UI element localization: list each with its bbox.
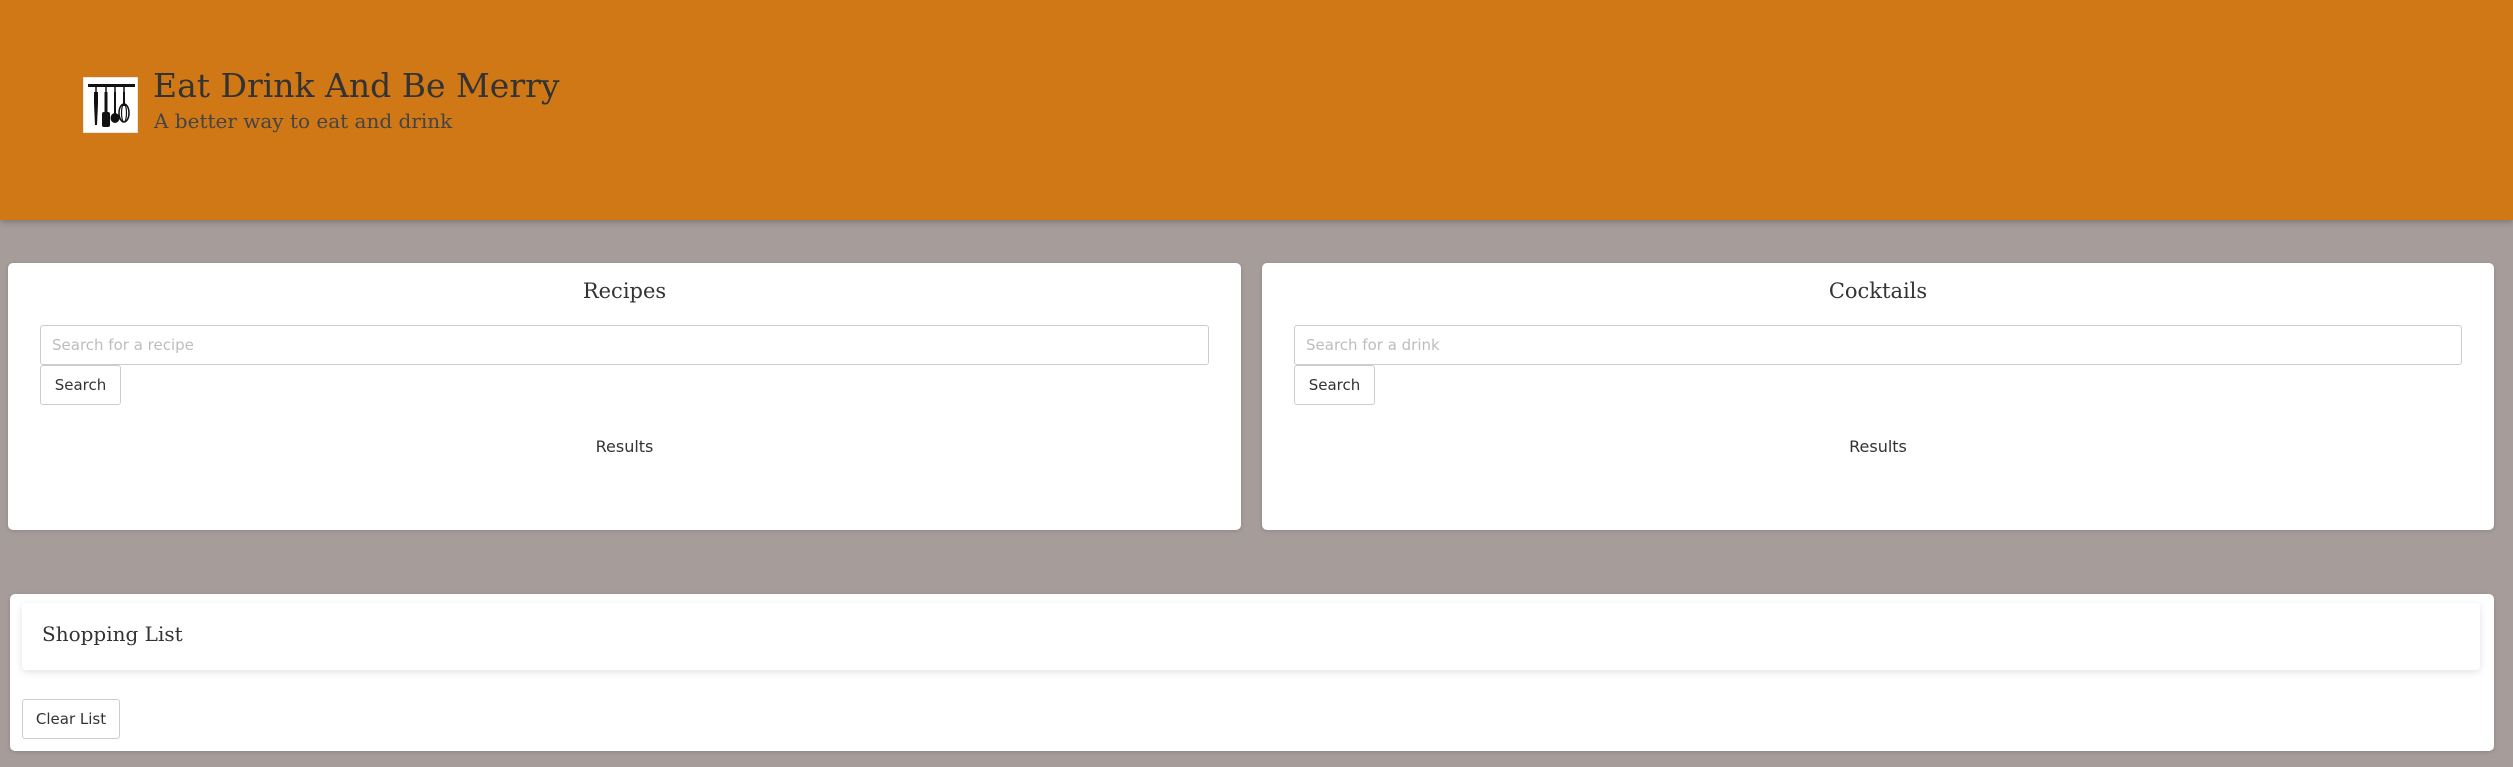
cocktails-title: Cocktails bbox=[1828, 279, 1928, 303]
cocktails-panel: Cocktails Search Results bbox=[1262, 263, 2494, 530]
recipes-title: Recipes bbox=[582, 279, 667, 303]
site-title: Eat Drink And Be Merry bbox=[153, 66, 560, 105]
shopping-list-header: Shopping List bbox=[22, 603, 2480, 670]
recipe-search-button[interactable]: Search bbox=[40, 365, 121, 405]
kitchen-utensils-icon bbox=[83, 77, 138, 133]
recipes-panel: Recipes Search Results bbox=[8, 263, 1241, 530]
site-header: Eat Drink And Be Merry A better way to e… bbox=[0, 0, 2513, 220]
drink-search-button[interactable]: Search bbox=[1294, 365, 1375, 405]
shopping-list-title: Shopping List bbox=[42, 622, 183, 646]
cocktails-results-label: Results bbox=[1849, 437, 1907, 456]
recipes-results-label: Results bbox=[595, 437, 654, 456]
shopping-list-panel: Shopping List Clear List bbox=[10, 594, 2494, 751]
clear-list-button[interactable]: Clear List bbox=[22, 699, 120, 739]
recipe-search-input[interactable] bbox=[40, 325, 1209, 365]
drink-search-input[interactable] bbox=[1294, 325, 2462, 365]
site-subtitle: A better way to eat and drink bbox=[154, 109, 453, 133]
